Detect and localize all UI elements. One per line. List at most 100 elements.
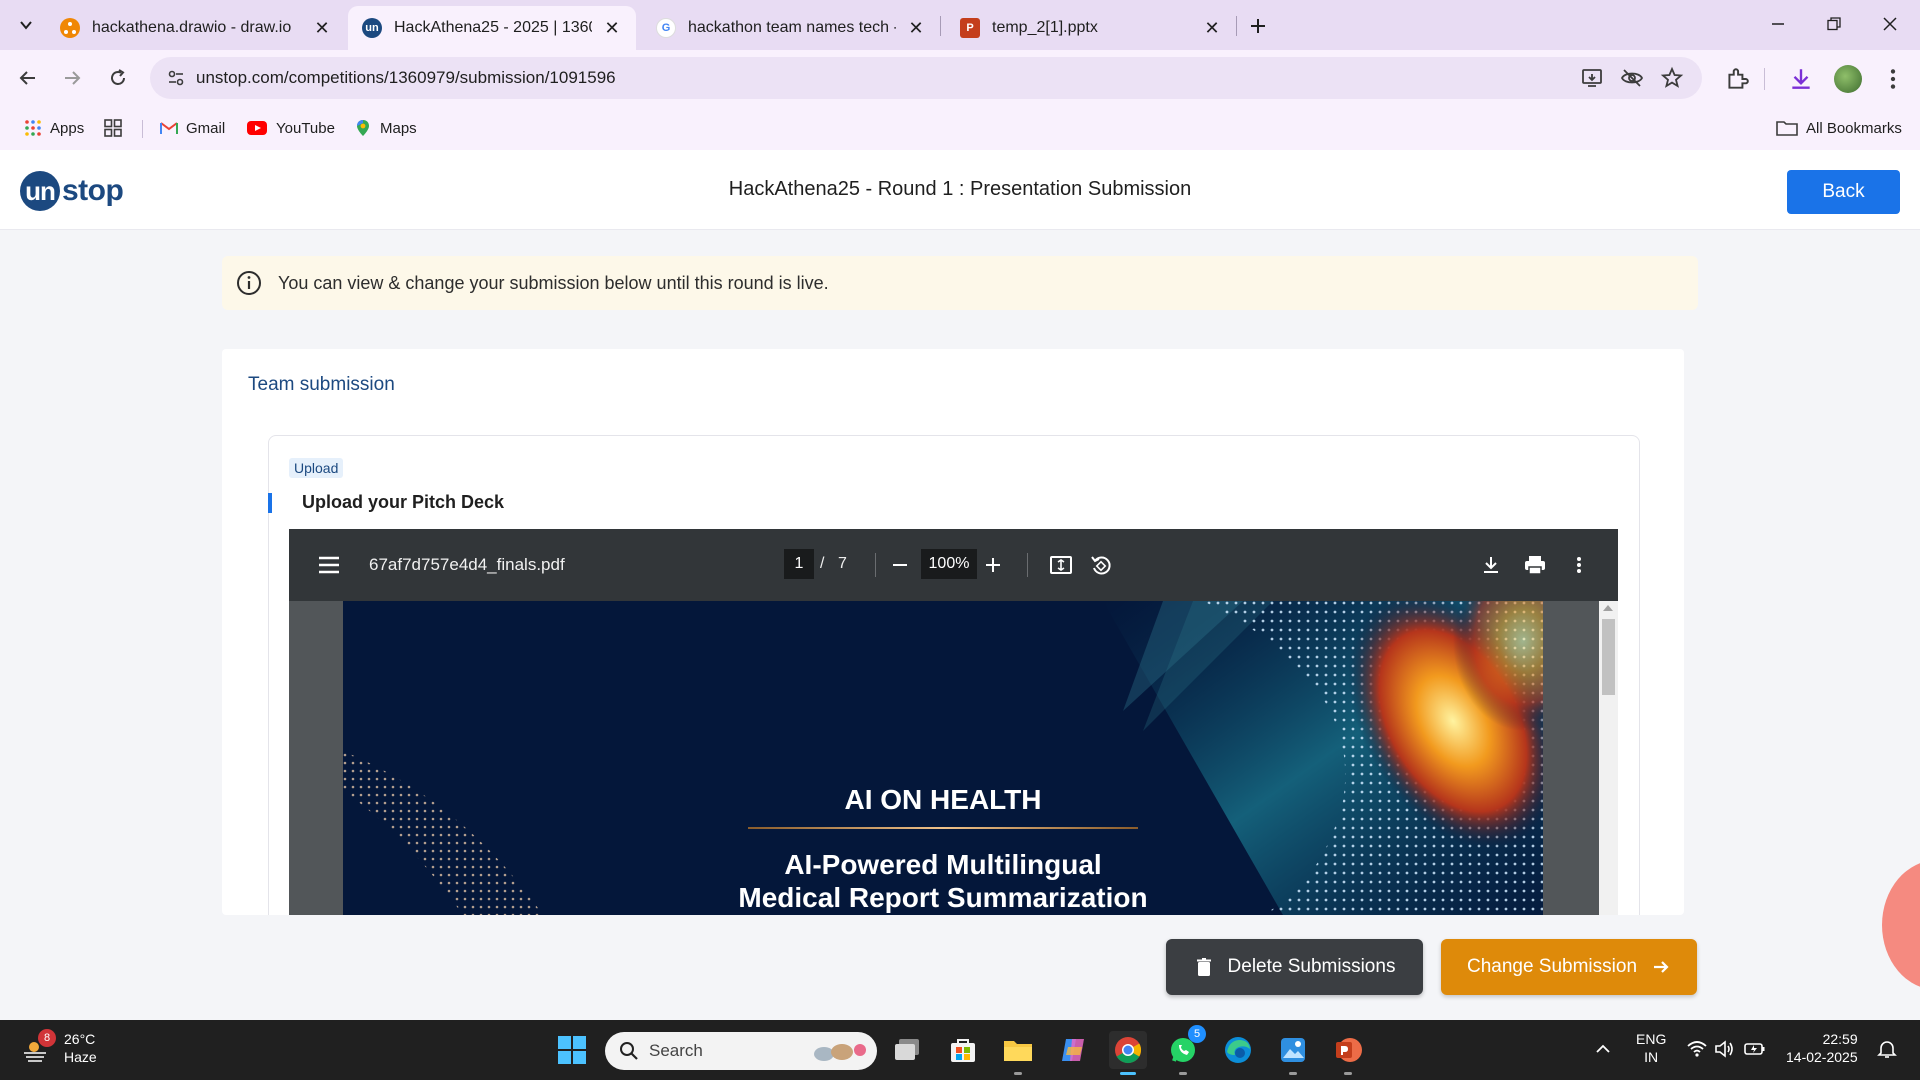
wifi-icon xyxy=(1687,1041,1707,1057)
close-window-button[interactable] xyxy=(1870,8,1910,40)
copilot-app[interactable] xyxy=(1054,1031,1092,1069)
minimize-button[interactable] xyxy=(1758,8,1798,40)
site-settings-icon[interactable] xyxy=(166,68,186,88)
arrow-right-icon xyxy=(1654,961,1669,973)
total-pages: 7 xyxy=(838,555,847,572)
fit-to-page-icon xyxy=(1050,556,1072,574)
back-button[interactable]: Back xyxy=(1787,170,1900,214)
language-indicator[interactable]: ENG IN xyxy=(1636,1030,1666,1066)
tab-pptx[interactable]: P temp_2[1].pptx ✕ xyxy=(946,6,1236,50)
pdf-more-button[interactable] xyxy=(1565,551,1593,579)
upload-badge: Upload xyxy=(289,458,344,478)
close-icon[interactable]: ✕ xyxy=(312,18,332,38)
chrome-app[interactable] xyxy=(1109,1031,1147,1075)
gmail-icon xyxy=(160,122,178,134)
change-submission-button[interactable]: Change Submission xyxy=(1441,939,1697,995)
clock[interactable]: 22:59 14-02-2025 xyxy=(1786,1030,1858,1066)
bookmark-youtube[interactable]: YouTube xyxy=(246,116,335,140)
arrow-right-icon xyxy=(65,71,81,85)
copilot-icon xyxy=(1062,1039,1084,1061)
new-tab-button[interactable] xyxy=(1244,12,1272,40)
install-app-icon[interactable] xyxy=(1580,66,1604,90)
weather-widget[interactable]: 8 26°C Haze xyxy=(20,1029,97,1066)
star-icon[interactable] xyxy=(1660,66,1684,90)
pdf-page-preview: AI ON HEALTH AI-Powered Multilingual Med… xyxy=(343,601,1543,915)
pdf-scrollbar[interactable] xyxy=(1599,601,1618,915)
tray-overflow-button[interactable] xyxy=(1592,1038,1614,1060)
rotate-button[interactable] xyxy=(1087,551,1115,579)
plus-icon xyxy=(1251,19,1265,33)
more-vertical-icon[interactable] xyxy=(1880,66,1906,92)
address-bar[interactable]: unstop.com/competitions/1360979/submissi… xyxy=(150,57,1702,99)
delete-submissions-button[interactable]: Delete Submissions xyxy=(1166,939,1423,995)
zoom-out-button[interactable] xyxy=(886,551,914,579)
tab-google-search[interactable]: G hackathon team names tech - G ✕ xyxy=(642,6,940,50)
battery-status[interactable] xyxy=(1744,1038,1766,1060)
slide-subtitle-line1: AI-Powered Multilingual xyxy=(784,849,1102,880)
slide-title: AI ON HEALTH xyxy=(844,784,1042,815)
rotate-icon xyxy=(1091,556,1111,575)
zoom-input[interactable]: 100% xyxy=(921,549,977,579)
back-nav-button[interactable] xyxy=(12,62,44,94)
maps-pin-icon xyxy=(357,120,369,136)
download-icon[interactable] xyxy=(1788,66,1814,92)
start-button[interactable] xyxy=(553,1031,591,1069)
bookmark-gmail[interactable]: Gmail xyxy=(160,116,225,140)
running-indicator xyxy=(1120,1072,1136,1075)
restore-icon xyxy=(1827,17,1841,31)
reload-icon xyxy=(111,69,125,85)
photos-icon xyxy=(1281,1038,1305,1062)
print-button[interactable] xyxy=(1521,551,1549,579)
unstop-icon: un xyxy=(362,18,382,38)
tab-search-button[interactable] xyxy=(10,9,42,41)
edge-app[interactable] xyxy=(1219,1031,1257,1069)
pdf-viewer[interactable]: 67af7d757e4d4_finals.pdf 1 / 7 100% AI O… xyxy=(289,529,1618,915)
task-view-button[interactable] xyxy=(888,1031,926,1069)
wifi-status[interactable] xyxy=(1686,1038,1708,1060)
scroll-up-arrow-icon[interactable] xyxy=(1603,605,1613,611)
fit-page-button[interactable] xyxy=(1047,551,1075,579)
tab-label: hackathena.drawio - draw.io xyxy=(92,19,292,36)
notification-center-button[interactable] xyxy=(1876,1038,1898,1060)
edge-icon xyxy=(1225,1037,1251,1063)
weather-condition: Haze xyxy=(64,1049,97,1065)
volume-status[interactable] xyxy=(1714,1038,1736,1060)
reload-button[interactable] xyxy=(102,62,134,94)
tab-separator xyxy=(940,16,941,36)
close-icon[interactable]: ✕ xyxy=(1202,18,1222,38)
profile-avatar[interactable] xyxy=(1834,65,1862,93)
tab-hackathena[interactable]: un HackAthena25 - 2025 | 1360979 ✕ xyxy=(348,6,636,50)
powerpoint-app[interactable] xyxy=(1329,1031,1367,1075)
tab-drawio[interactable]: hackathena.drawio - draw.io ✕ xyxy=(46,6,346,50)
taskbar-search[interactable]: Search xyxy=(605,1032,877,1070)
whatsapp-app[interactable]: 5 xyxy=(1164,1025,1206,1075)
whatsapp-badge: 5 xyxy=(1188,1025,1206,1043)
minimize-icon xyxy=(1772,23,1784,25)
page-number-input[interactable]: 1 xyxy=(784,549,814,579)
bookmark-apps[interactable]: Apps xyxy=(24,116,84,140)
extensions-icon[interactable] xyxy=(1724,66,1750,92)
page-title: HackAthena25 - Round 1 : Presentation Su… xyxy=(728,178,1192,200)
store-app[interactable] xyxy=(944,1031,982,1069)
eye-off-icon[interactable] xyxy=(1620,66,1644,90)
close-icon[interactable]: ✕ xyxy=(906,18,926,38)
menu-icon[interactable] xyxy=(315,551,343,579)
pdf-download-button[interactable] xyxy=(1477,551,1505,579)
clock-time: 22:59 xyxy=(1822,1031,1858,1047)
photos-app[interactable] xyxy=(1274,1031,1312,1075)
restore-button[interactable] xyxy=(1814,8,1854,40)
plus-icon xyxy=(986,558,1000,572)
scrollbar-thumb[interactable] xyxy=(1602,619,1615,695)
close-icon[interactable]: ✕ xyxy=(602,18,622,38)
battery-charging-icon xyxy=(1744,1043,1765,1055)
bookmark-maps[interactable]: Maps xyxy=(354,116,417,140)
file-explorer-app[interactable] xyxy=(999,1031,1037,1075)
bookmark-label: Gmail xyxy=(186,119,226,137)
bookmark-tab-groups[interactable] xyxy=(104,116,130,140)
search-icon xyxy=(620,1042,638,1060)
zoom-in-button[interactable] xyxy=(979,551,1007,579)
floating-help-bubble[interactable] xyxy=(1882,860,1920,990)
tab-label: HackAthena25 - 2025 | 1360979 xyxy=(394,19,592,36)
all-bookmarks[interactable]: All Bookmarks xyxy=(1776,116,1902,140)
forward-nav-button[interactable] xyxy=(56,62,88,94)
